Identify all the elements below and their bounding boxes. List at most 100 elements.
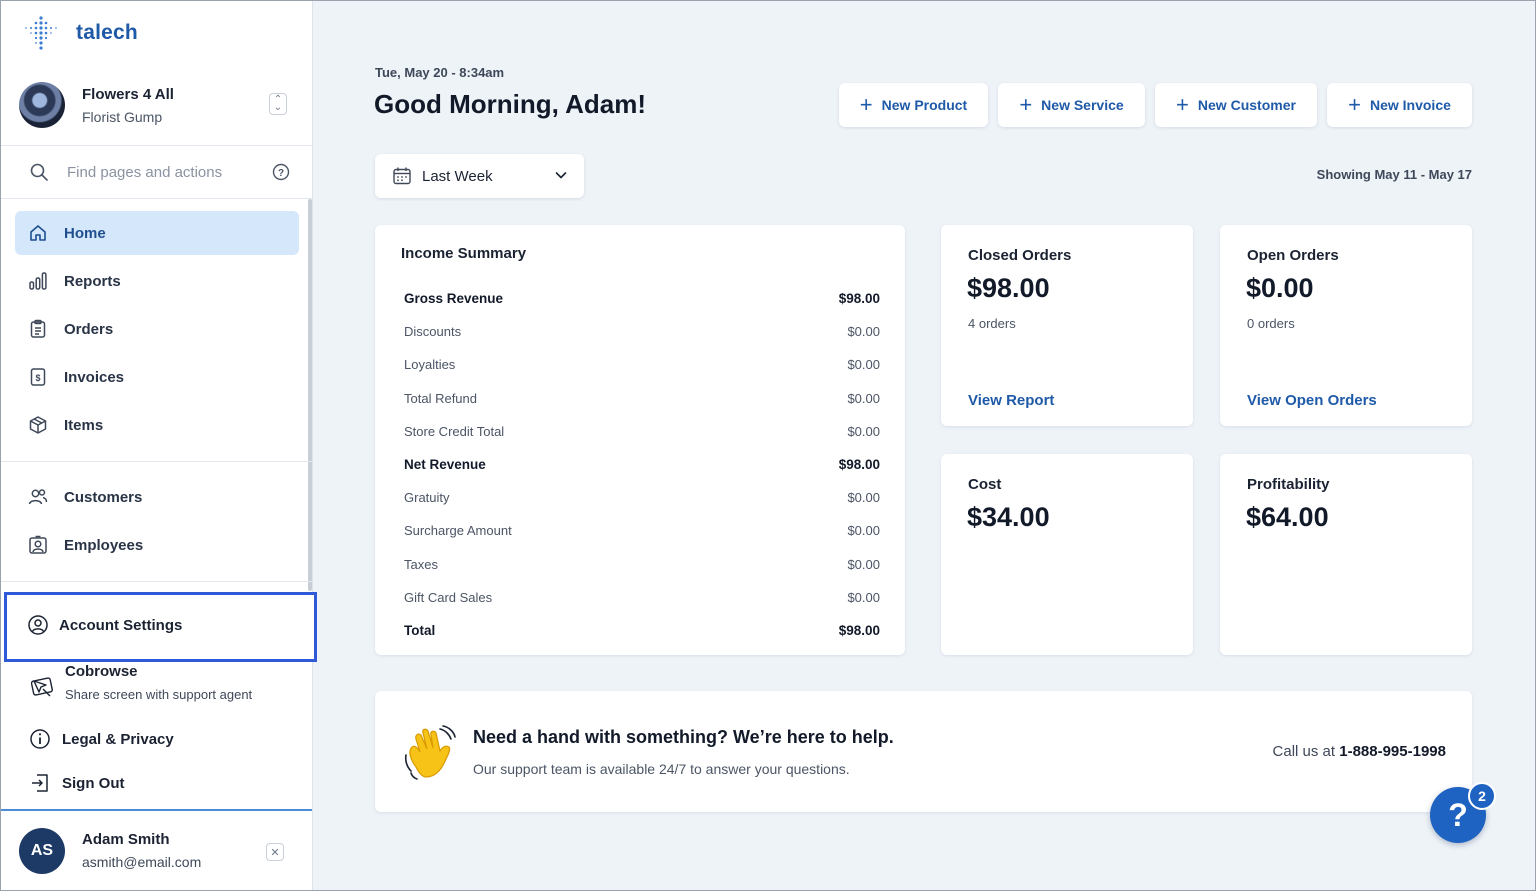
income-row: Surcharge Amount $0.00 xyxy=(404,514,880,547)
sign-out-icon xyxy=(32,774,48,792)
support-phone-number[interactable]: 1-888-995-1998 xyxy=(1339,743,1446,760)
badge-icon xyxy=(27,534,49,556)
sidebar-item-customers[interactable]: Customers xyxy=(15,475,299,519)
date-time: Tue, May 20 - 8:34am xyxy=(375,65,505,80)
income-row: Gift Card Sales $0.00 xyxy=(404,581,880,614)
box-icon xyxy=(27,414,49,436)
legal-privacy-label: Legal & Privacy xyxy=(62,730,174,748)
close-icon[interactable]: ✕ xyxy=(266,843,284,861)
support-subtitle: Our support team is available 24/7 to an… xyxy=(473,761,850,777)
income-row: Gross Revenue $98.00 xyxy=(404,282,880,315)
cobrowse-title: Cobrowse xyxy=(65,663,138,680)
user-profile: AS Adam Smith asmith@email.com ✕ xyxy=(1,809,312,890)
sign-out-label: Sign Out xyxy=(62,774,125,792)
legal-privacy-item[interactable]: Legal & Privacy xyxy=(29,728,174,750)
cursor-screen-icon xyxy=(31,677,53,697)
avatar[interactable]: AS xyxy=(19,827,65,874)
cobrowse-subtitle: Share screen with support agent xyxy=(65,687,253,702)
sidebar: talech Flowers 4 All Florist Gump ⌃⌄ ? H… xyxy=(1,1,317,890)
cost-card: Cost $34.00 xyxy=(941,454,1193,655)
new-invoice-button[interactable]: + New Invoice xyxy=(1327,83,1472,127)
income-row-value: $98.00 xyxy=(838,457,880,473)
sidebar-item-employees[interactable]: Employees xyxy=(15,523,299,567)
income-row-value: $0.00 xyxy=(847,589,880,605)
income-row-label: Gratuity xyxy=(404,490,450,506)
showing-range: Showing May 11 - May 17 xyxy=(1316,167,1472,182)
plus-icon: + xyxy=(1019,92,1033,117)
income-row: Loyalties $0.00 xyxy=(404,348,880,381)
income-summary-card: Income Summary Gross Revenue $98.00 Disco… xyxy=(375,225,905,655)
sidebar-item-home[interactable]: Home xyxy=(15,211,299,255)
income-row: Taxes $0.00 xyxy=(404,548,880,581)
new-service-button[interactable]: + New Service xyxy=(998,83,1145,127)
open-orders-card: Open Orders $0.00 0 orders View Open Ord… xyxy=(1220,225,1472,426)
income-rows: Gross Revenue $98.00 Discounts $0.00 Loyal… xyxy=(404,282,880,647)
income-row-label: Total xyxy=(404,622,436,638)
new-product-label: New Product xyxy=(881,97,968,113)
support-title: Need a hand with something? We’re here t… xyxy=(473,727,894,747)
nav-divider xyxy=(1,461,312,462)
date-range-value: Last Week xyxy=(422,167,493,185)
sidebar-item-orders[interactable]: Orders xyxy=(15,307,299,351)
chevron-down-icon xyxy=(555,172,567,179)
sidebar-scrollbar[interactable] xyxy=(308,199,312,591)
svg-text:$: $ xyxy=(35,373,40,383)
income-row-label: Loyalties xyxy=(404,357,456,373)
income-row-label: Total Refund xyxy=(404,390,477,406)
view-report-link[interactable]: View Report xyxy=(968,392,1054,409)
clipboard-icon xyxy=(27,318,49,340)
support-banner: Need a hand with something? We’re here t… xyxy=(375,691,1472,812)
search-bar: ? xyxy=(1,145,312,199)
income-row-label: Gift Card Sales xyxy=(404,589,493,605)
cost-value: $34.00 xyxy=(967,502,1050,532)
store-avatar xyxy=(19,82,65,128)
sidebar-item-items[interactable]: Items xyxy=(15,403,299,447)
main-content: Tue, May 20 - 8:34am Good Morning, Adam!… xyxy=(314,1,1535,890)
income-row: Total $98.00 xyxy=(404,614,880,647)
sidebar-item-invoices[interactable]: $ Invoices xyxy=(15,355,299,399)
nav-divider xyxy=(1,581,312,582)
plus-icon: + xyxy=(859,92,873,117)
account-settings-item[interactable]: Account Settings xyxy=(27,614,182,636)
new-customer-button[interactable]: + New Customer xyxy=(1155,83,1317,127)
closed-orders-value: $98.00 xyxy=(967,273,1050,303)
new-product-button[interactable]: + New Product xyxy=(839,83,988,127)
support-phone: Call us at 1-888-995-1998 xyxy=(1273,743,1446,760)
date-range-select[interactable]: Last Week xyxy=(375,154,584,198)
income-row-value: $0.00 xyxy=(847,357,880,373)
chevron-up-down-icon[interactable]: ⌃ ⌄ xyxy=(269,93,287,115)
sidebar-item-label: Invoices xyxy=(64,368,125,386)
income-row-value: $0.00 xyxy=(847,423,880,439)
income-row-label: Gross Revenue xyxy=(404,291,504,307)
plus-icon: + xyxy=(1176,92,1189,117)
open-orders-title: Open Orders xyxy=(1247,247,1339,264)
view-open-orders-link[interactable]: View Open Orders xyxy=(1247,392,1377,409)
svg-text:?: ? xyxy=(278,168,284,179)
store-switcher[interactable]: Flowers 4 All Florist Gump ⌃ ⌄ xyxy=(19,81,295,129)
new-customer-label: New Customer xyxy=(1197,97,1296,113)
sidebar-item-label: Employees xyxy=(64,536,144,554)
new-invoice-label: New Invoice xyxy=(1369,97,1451,113)
sidebar-item-reports[interactable]: Reports xyxy=(15,259,299,303)
calendar-icon xyxy=(393,167,411,185)
closed-orders-title: Closed Orders xyxy=(968,247,1072,264)
income-row-label: Store Credit Total xyxy=(404,423,505,439)
income-row-value: $0.00 xyxy=(847,390,880,406)
income-row-value: $0.00 xyxy=(847,523,880,539)
sign-out-item[interactable]: Sign Out xyxy=(29,772,125,794)
income-row-value: $0.00 xyxy=(847,490,880,506)
closed-orders-card: Closed Orders $98.00 4 orders View Repor… xyxy=(941,225,1193,426)
brand-name: talech xyxy=(76,21,138,44)
cobrowse-item[interactable]: Cobrowse Share screen with support agent xyxy=(31,663,252,702)
support-phone-prefix: Call us at xyxy=(1272,743,1340,760)
search-input[interactable] xyxy=(67,163,257,181)
brand[interactable]: talech xyxy=(23,15,138,51)
income-row-label: Net Revenue xyxy=(404,457,486,473)
help-circle-icon[interactable]: ? xyxy=(272,163,290,181)
user-circle-icon xyxy=(28,615,48,635)
income-row: Gratuity $0.00 xyxy=(404,481,880,514)
profitability-card: Profitability $64.00 xyxy=(1220,454,1472,655)
sidebar-item-label: Items xyxy=(64,416,104,434)
profitability-title: Profitability xyxy=(1247,476,1330,493)
income-row: Net Revenue $98.00 xyxy=(404,448,880,481)
